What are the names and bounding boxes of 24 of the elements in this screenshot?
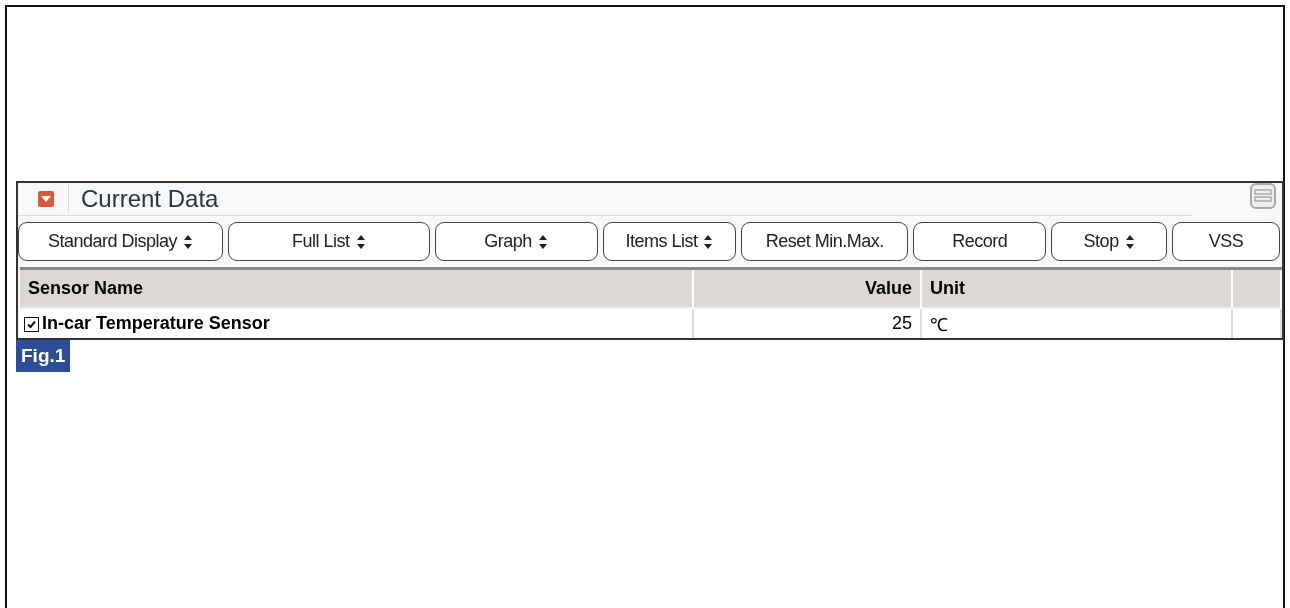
up-down-icon: [355, 233, 366, 250]
column-header: Unit: [930, 278, 965, 298]
sensor-name: In-car Temperature Sensor: [42, 313, 270, 333]
up-down-icon: [182, 233, 193, 250]
checkbox[interactable]: [24, 316, 39, 332]
up-down-icon: [1124, 233, 1135, 250]
collapse-icon[interactable]: [38, 191, 54, 207]
list-view-icon[interactable]: [1250, 183, 1276, 209]
sensor-value: 25: [891, 313, 912, 333]
dropdown-button[interactable]: Items List: [602, 222, 737, 261]
toolbar-button[interactable]: Reset Min.Max.: [741, 222, 909, 261]
panel-title: Current Data: [81, 185, 219, 213]
dropdown-button[interactable]: Standard Display: [18, 222, 223, 261]
up-down-icon: [537, 233, 548, 250]
column-header: Sensor Name: [28, 278, 144, 298]
toolbar-button[interactable]: VSS: [1172, 222, 1280, 261]
up-down-icon: [703, 233, 714, 250]
figure-label: Fig.1: [16, 340, 71, 372]
unit-text: ℃: [930, 314, 948, 335]
dropdown-button[interactable]: Full List: [227, 222, 430, 261]
toolbar-button[interactable]: Record: [913, 222, 1047, 261]
dropdown-button[interactable]: Stop: [1051, 222, 1168, 261]
column-header: Value: [864, 278, 912, 298]
dropdown-button[interactable]: Graph: [434, 222, 598, 261]
